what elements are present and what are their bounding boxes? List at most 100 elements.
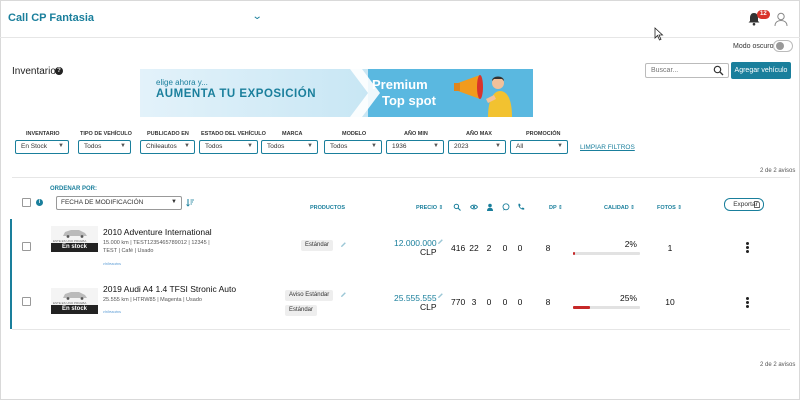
stat-whatsapp: 0 [502, 243, 508, 253]
user-icon[interactable] [773, 11, 789, 27]
vehicle-thumbnail[interactable]: ESTE ES UNO PRUEBA En stock [51, 288, 98, 314]
column-products[interactable]: PRODUCTOS [310, 205, 345, 211]
stat-dp: 8 [545, 297, 551, 307]
chevron-down-icon: ▼ [307, 143, 313, 149]
vehicle-title[interactable]: 2010 Adventure International [103, 227, 212, 237]
phone-icon[interactable] [517, 203, 525, 211]
filter-select[interactable]: All ▼ [510, 140, 568, 154]
search-input[interactable] [647, 65, 711, 76]
filter-select-value: 1936 [392, 143, 407, 150]
filter-select-value: Chileautos [146, 143, 177, 150]
filter-label: MODELO [342, 131, 367, 137]
stat-views: 22 [469, 243, 479, 253]
quality-bar [573, 306, 640, 309]
product-chip: Aviso Estándar [285, 290, 334, 301]
filter-select[interactable]: Todos ▼ [261, 140, 318, 154]
banner-small-text: elige ahora y... [156, 78, 208, 87]
filter-label: PUBLICADO EN [147, 131, 189, 137]
filter-select[interactable]: Chileautos ▼ [140, 140, 195, 154]
help-icon[interactable]: ? [55, 67, 63, 75]
product-chip: Estándar [285, 305, 318, 316]
result-count-bottom: 2 de 2 avisos [760, 362, 796, 368]
banner-premium-line1: Premium [372, 77, 428, 92]
filter-select-value: All [516, 143, 524, 150]
filter-select[interactable]: Todos ▼ [199, 140, 258, 154]
eye-icon[interactable] [470, 203, 478, 211]
column-dp[interactable]: DP ⇕ [549, 205, 563, 211]
pencil-icon[interactable] [340, 291, 347, 298]
banner-headline: AUMENTA TU EXPOSICIÓN [156, 88, 317, 100]
filter-select[interactable]: Todos ▼ [78, 140, 131, 154]
search-icon[interactable] [712, 64, 725, 77]
column-photos[interactable]: FOTOS ⇕ [657, 205, 682, 211]
divider [12, 177, 790, 178]
sort-select[interactable]: FECHA DE MODIFICACIÓN ▼ [56, 196, 182, 210]
export-button[interactable]: Exportar [724, 198, 764, 211]
chileautos-logo: chileautos [103, 309, 122, 314]
price-currency: CLP [420, 247, 437, 257]
car-icon [63, 292, 87, 300]
pencil-icon[interactable] [437, 238, 444, 245]
vehicle-meta-line1: 25.555 km | HTRW85 | Magenta | Usado [103, 297, 202, 303]
product-chip: Estándar [301, 240, 334, 251]
add-vehicle-button[interactable]: Agregar vehículo [731, 62, 791, 79]
filter-select-value: 2023 [454, 143, 469, 150]
dark-mode-label: Modo oscuro [733, 43, 774, 50]
vehicle-title[interactable]: 2019 Audi A4 1.4 TFSI Stronic Auto [103, 284, 236, 294]
stock-badge: En stock [51, 305, 98, 314]
premium-banner[interactable]: elige ahora y... AUMENTA TU EXPOSICIÓN P… [140, 69, 533, 117]
column-products-label: PRODUCTOS [310, 205, 346, 211]
vehicle-thumbnail[interactable]: ESTE ES UNO PRUEBA En stock [51, 226, 98, 252]
price-currency: CLP [420, 302, 437, 312]
banner-premium-line2: Top spot [382, 93, 436, 108]
chevron-down-icon[interactable]: ⌄ [252, 11, 263, 22]
filter-select-value: En Stock [21, 143, 48, 150]
select-all-checkbox[interactable] [22, 198, 31, 207]
filter-label: TIPO DE VEHÍCULO [80, 131, 132, 137]
dark-mode-toggle[interactable] [773, 40, 793, 52]
column-dp-label: DP [549, 205, 557, 211]
pencil-icon[interactable] [437, 292, 444, 299]
row-checkbox[interactable] [22, 242, 31, 251]
column-price[interactable]: PRECIO ⇕ [416, 205, 443, 211]
stat-searches: 416 [451, 243, 466, 253]
page-title: Inventario [12, 66, 56, 77]
megaphone-person-illustration [454, 75, 512, 117]
search-icon[interactable] [453, 203, 461, 211]
stat-dp: 8 [545, 243, 551, 253]
stat-contacts: 0 [486, 297, 492, 307]
chevron-down-icon: ▼ [184, 143, 190, 149]
filter-label: INVENTARIO [26, 131, 60, 137]
filter-select[interactable]: 2023 ▼ [448, 140, 506, 154]
chevron-down-icon: ▼ [433, 143, 439, 149]
more-options-icon[interactable] [746, 297, 750, 309]
filter-select[interactable]: 1936 ▼ [386, 140, 444, 154]
filter-select[interactable]: En Stock ▼ [15, 140, 69, 154]
photo-count: 10 [665, 297, 675, 307]
sort-select-value: FECHA DE MODIFICACIÓN [61, 199, 144, 206]
quality-percent: 25% [619, 293, 637, 303]
pencil-icon[interactable] [340, 241, 347, 248]
filter-select[interactable]: Todos ▼ [324, 140, 382, 154]
vehicle-meta-line1: 15.000 km | TEST1235465789012 | 12345 | [103, 240, 210, 246]
row-checkbox[interactable] [22, 297, 31, 306]
whatsapp-icon[interactable] [502, 203, 510, 211]
sort-order-icon[interactable] [186, 198, 194, 207]
filter-label: AÑO MAX [466, 131, 492, 137]
account-selector-label[interactable]: Call CP Fantasia [8, 12, 94, 24]
result-count-top: 2 de 2 avisos [760, 168, 796, 174]
chevron-down-icon: ▼ [495, 143, 501, 149]
column-quality-label: CALIDAD [604, 205, 629, 211]
car-icon [63, 230, 87, 238]
filter-select-value: Todos [84, 143, 102, 150]
more-options-icon[interactable] [746, 242, 750, 254]
clear-filters-link[interactable]: LIMPIAR FILTROS [580, 144, 635, 151]
column-quality[interactable]: CALIDAD ⇕ [604, 205, 635, 211]
filter-select-value: Todos [267, 143, 285, 150]
info-icon[interactable]: i [36, 199, 43, 206]
filter-label: AÑO MIN [404, 131, 428, 137]
chevron-down-icon: ▼ [247, 143, 253, 149]
stat-searches: 770 [451, 297, 466, 307]
person-icon[interactable] [486, 203, 494, 211]
photo-count: 1 [667, 243, 673, 253]
